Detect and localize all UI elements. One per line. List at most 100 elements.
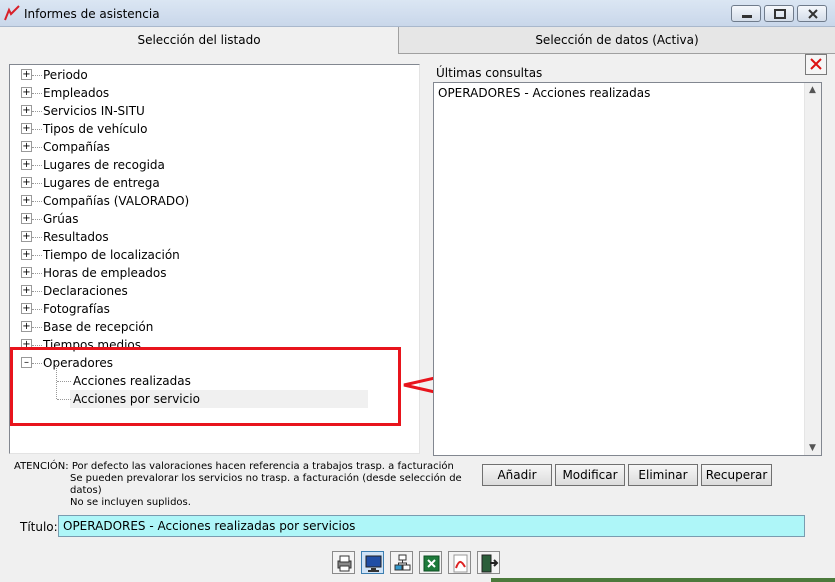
tree-connector xyxy=(32,111,42,112)
add-button[interactable]: Añadir xyxy=(482,464,552,486)
expand-plus-icon[interactable]: + xyxy=(21,267,32,278)
tree-connector xyxy=(32,75,42,76)
tree-item-label: Horas de empleados xyxy=(43,266,167,280)
tree-connector xyxy=(32,255,42,256)
tree-item[interactable]: + Empleados xyxy=(10,84,419,102)
expand-plus-icon[interactable]: + xyxy=(21,69,32,80)
expand-plus-icon[interactable]: + xyxy=(21,87,32,98)
tree-item[interactable]: + Lugares de recogida xyxy=(10,156,419,174)
tree-structure-button[interactable] xyxy=(390,551,413,574)
tree-connector xyxy=(32,219,42,220)
tab-seleccion-listado[interactable]: Selección del listado xyxy=(0,27,399,54)
close-button[interactable] xyxy=(797,5,827,22)
expand-plus-icon[interactable]: + xyxy=(21,123,32,134)
red-x-icon xyxy=(810,58,822,70)
print-icon xyxy=(337,555,352,572)
note-line-1: Por defecto las valoraciones hacen refer… xyxy=(71,461,454,472)
tree-item[interactable]: + Resultados xyxy=(10,228,419,246)
expand-plus-icon[interactable]: + xyxy=(21,231,32,242)
tree-item-label: Declaraciones xyxy=(43,284,128,298)
tree-item[interactable]: + Lugares de entrega xyxy=(10,174,419,192)
tree-item-label: Lugares de entrega xyxy=(43,176,160,190)
tree-structure-icon xyxy=(394,554,411,571)
tree-item[interactable]: + Declaraciones xyxy=(10,282,419,300)
tree-item-label: Fotografías xyxy=(43,302,110,316)
tree-item[interactable]: + Periodo xyxy=(10,66,419,84)
tree-item-label: Compañías (VALORADO) xyxy=(43,194,190,208)
tree-connector xyxy=(32,165,42,166)
tree-item-label: Tiempo de localización xyxy=(43,248,180,262)
tree-connector xyxy=(32,345,42,346)
print-button[interactable] xyxy=(332,551,355,574)
tree-connector xyxy=(32,183,42,184)
tree-item-label: Periodo xyxy=(43,68,88,82)
expand-plus-icon[interactable]: + xyxy=(21,285,32,296)
title-label: Título: xyxy=(20,520,58,534)
scroll-down-icon[interactable]: ▼ xyxy=(809,443,816,453)
tree-item[interactable]: + Horas de empleados xyxy=(10,264,419,282)
tree-item[interactable]: + Grúas xyxy=(10,210,419,228)
background-strip xyxy=(491,578,835,582)
tree-item-label: Lugares de recogida xyxy=(43,158,165,172)
exit-button[interactable] xyxy=(477,551,500,574)
tree-connector xyxy=(32,237,42,238)
tree-item[interactable]: + Tipos de vehículo xyxy=(10,120,419,138)
vertical-scrollbar[interactable]: ▲ ▼ xyxy=(804,83,821,455)
tree-item[interactable]: + Compañías xyxy=(10,138,419,156)
note-prefix: ATENCIÓN: xyxy=(14,461,69,472)
expand-plus-icon[interactable]: + xyxy=(21,105,32,116)
excel-export-button[interactable] xyxy=(419,551,442,574)
tree-connector xyxy=(32,273,42,274)
restore-icon xyxy=(774,9,786,19)
tree-item[interactable]: + Tiempo de localización xyxy=(10,246,419,264)
expand-plus-icon[interactable]: + xyxy=(21,159,32,170)
recover-button[interactable]: Recuperar xyxy=(701,464,772,486)
minimize-icon xyxy=(742,15,752,18)
screen-preview-icon xyxy=(365,555,382,572)
note-line-3: No se incluyen suplidos. xyxy=(70,497,191,508)
attention-note: ATENCIÓN: Por defecto las valoraciones h… xyxy=(14,461,474,509)
restore-button[interactable] xyxy=(764,5,794,22)
tree-item[interactable]: + Fotografías xyxy=(10,300,419,318)
pdf-icon xyxy=(453,554,468,573)
delete-query-button[interactable] xyxy=(805,54,827,75)
expand-plus-icon[interactable]: + xyxy=(21,321,32,332)
window-titlebar[interactable]: Informes de asistencia xyxy=(0,0,835,27)
tree-connector xyxy=(32,327,42,328)
list-item[interactable]: OPERADORES - Acciones realizadas xyxy=(438,86,650,100)
pdf-export-button[interactable] xyxy=(448,551,471,574)
screen-preview-button[interactable] xyxy=(361,551,384,574)
expand-plus-icon[interactable]: + xyxy=(21,213,32,224)
expand-plus-icon[interactable]: + xyxy=(21,177,32,188)
title-input[interactable] xyxy=(58,515,805,537)
scroll-up-icon[interactable]: ▲ xyxy=(809,85,816,95)
highlight-annotation-box xyxy=(10,347,401,426)
excel-icon xyxy=(423,555,440,572)
recent-queries-list[interactable]: OPERADORES - Acciones realizadas ▲ ▼ xyxy=(433,82,822,456)
note-line-2: Se pueden prevalorar los servicios no tr… xyxy=(70,473,462,496)
tree-connector xyxy=(32,93,42,94)
modify-button[interactable]: Modificar xyxy=(555,464,625,486)
tree-item-label: Servicios IN-SITU xyxy=(43,104,145,118)
tree-item-label: Tipos de vehículo xyxy=(43,122,148,136)
tree-connector xyxy=(32,129,42,130)
window-title: Informes de asistencia xyxy=(24,7,160,21)
tree-connector xyxy=(32,201,42,202)
tree-connector xyxy=(32,147,42,148)
tree-item[interactable]: + Base de recepción xyxy=(10,318,419,336)
recent-queries-label: Últimas consultas xyxy=(436,66,543,80)
tree-item[interactable]: + Servicios IN-SITU xyxy=(10,102,419,120)
close-icon xyxy=(808,9,818,19)
app-logo-icon xyxy=(4,5,20,21)
minimize-button[interactable] xyxy=(731,5,761,22)
exit-door-icon xyxy=(481,554,499,573)
tab-seleccion-datos[interactable]: Selección de datos (Activa) xyxy=(399,27,835,54)
expand-plus-icon[interactable]: + xyxy=(21,195,32,206)
tree-item[interactable]: + Compañías (VALORADO) xyxy=(10,192,419,210)
tree-item-label: Compañías xyxy=(43,140,110,154)
expand-plus-icon[interactable]: + xyxy=(21,141,32,152)
delete-button[interactable]: Eliminar xyxy=(628,464,698,486)
tree-item-label: Resultados xyxy=(43,230,109,244)
expand-plus-icon[interactable]: + xyxy=(21,249,32,260)
expand-plus-icon[interactable]: + xyxy=(21,303,32,314)
